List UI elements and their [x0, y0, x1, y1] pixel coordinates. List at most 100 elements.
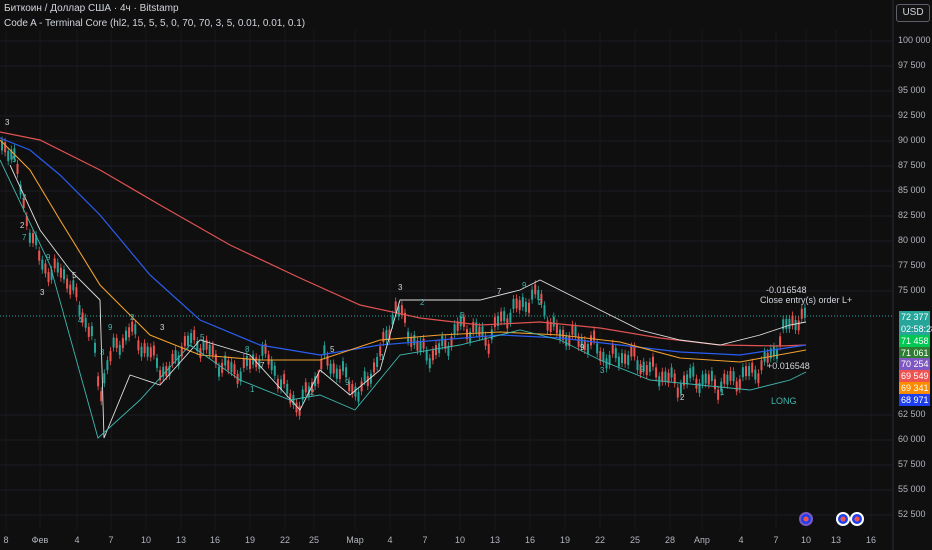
candle-body: [28, 232, 31, 243]
wave-count-label: 2: [420, 298, 425, 307]
candle-body: [109, 351, 112, 362]
candle-body: [785, 318, 788, 329]
candle-body: [41, 259, 44, 270]
time-tick-label: 16: [524, 535, 536, 545]
candle-body: [320, 358, 323, 369]
candle-body: [710, 370, 713, 381]
symbol-title[interactable]: Биткоин / Доллар США · 4ч · Bitstamp: [4, 3, 179, 14]
candle-body: [121, 338, 124, 349]
candle-body: [394, 301, 397, 312]
candle-body: [441, 335, 444, 346]
candle-body: [382, 332, 385, 343]
candle-body: [137, 340, 140, 351]
candle-body: [636, 360, 639, 371]
candle-body: [152, 345, 155, 356]
candle-body: [695, 378, 698, 389]
candle-body: [190, 333, 193, 344]
wave-count-label: 1: [250, 385, 255, 394]
time-tick-label: 16: [209, 535, 221, 545]
wave-count-label: 3: [600, 366, 605, 375]
price-label: 71 458: [899, 335, 930, 347]
candle-body: [242, 357, 245, 368]
candle-body: [648, 361, 651, 372]
price-chart-canvas[interactable]: 35327934359235871 259132579293 921: [0, 0, 932, 550]
candle-body: [44, 263, 47, 274]
trailing-stop-white-line: [9, 164, 807, 439]
time-tick-label: 28: [664, 535, 676, 545]
candle-body: [726, 374, 729, 385]
time-tick-label: 13: [175, 535, 187, 545]
candle-body: [385, 330, 388, 341]
candle-body: [32, 233, 34, 244]
candle-body: [524, 301, 527, 312]
candle-body: [543, 305, 546, 316]
price-tick-label: 95 000: [898, 85, 926, 95]
candle-body: [53, 258, 56, 269]
wave-count-label: 7: [260, 361, 265, 370]
wave-count-label: 2: [310, 388, 315, 397]
candle-body: [732, 371, 735, 382]
candle-body: [286, 383, 289, 394]
candle-body: [146, 346, 149, 357]
candle-body: [602, 352, 605, 363]
candle-body: [531, 289, 534, 300]
candle-body: [515, 298, 518, 309]
candle-body: [174, 350, 177, 361]
price-tick-label: 100 000: [898, 35, 931, 45]
candle-body: [100, 391, 103, 402]
candle-body: [686, 374, 689, 385]
candle-body: [7, 151, 10, 162]
candle-body: [419, 341, 422, 352]
candle-body: [304, 382, 307, 393]
candle-body: [38, 250, 41, 261]
candle-body: [586, 343, 589, 354]
candle-body: [772, 346, 775, 357]
event-flag-icon[interactable]: [850, 512, 864, 526]
event-flag-icon[interactable]: [799, 512, 813, 526]
wave-count-label: 5: [330, 345, 335, 354]
candle-body: [97, 376, 100, 387]
price-tick-label: 75 000: [898, 285, 926, 295]
indicator-title[interactable]: Code A - Terminal Core (hl2, 15, 5, 5, 0…: [4, 18, 305, 29]
candle-body: [490, 329, 493, 340]
time-tick-label: 25: [308, 535, 320, 545]
price-tick-label: 92 500: [898, 110, 926, 120]
time-tick-label: 10: [140, 535, 152, 545]
candle-body: [676, 387, 679, 398]
order-value-top: -0.016548: [766, 285, 807, 295]
candle-body: [118, 344, 121, 355]
candle-body: [75, 287, 78, 298]
candle-body: [413, 334, 416, 345]
candle-body: [555, 323, 558, 334]
candle-body: [617, 356, 620, 367]
candle-body: [655, 367, 658, 378]
wave-count-label: 2: [680, 393, 685, 402]
candle-body: [230, 362, 233, 373]
price-tick-label: 97 500: [898, 60, 926, 70]
candle-body: [363, 371, 366, 382]
candle-body: [493, 317, 496, 328]
price-tick-label: 85 000: [898, 185, 926, 195]
candle-body: [233, 364, 236, 375]
candle-body: [800, 308, 803, 319]
candle-body: [503, 311, 506, 322]
time-tick-label: 22: [279, 535, 291, 545]
candle-body: [407, 331, 410, 342]
time-tick-label: 16: [865, 535, 877, 545]
event-flag-icon[interactable]: [836, 512, 850, 526]
wave-count-label: 5: [460, 311, 465, 320]
time-tick-label: 10: [800, 535, 812, 545]
candle-body: [757, 373, 760, 384]
candle-body: [797, 320, 800, 331]
candle-body: [704, 373, 707, 384]
wave-count-label: 1: [720, 388, 725, 397]
candle-body: [518, 300, 521, 311]
currency-button[interactable]: USD: [896, 4, 930, 22]
candle-body: [667, 372, 670, 383]
candlestick-series: [1, 136, 806, 420]
time-tick-label: 4: [74, 535, 80, 545]
time-tick-label: 25: [629, 535, 641, 545]
candle-body: [249, 359, 251, 370]
candle-body: [534, 284, 537, 295]
candle-body: [90, 326, 93, 337]
